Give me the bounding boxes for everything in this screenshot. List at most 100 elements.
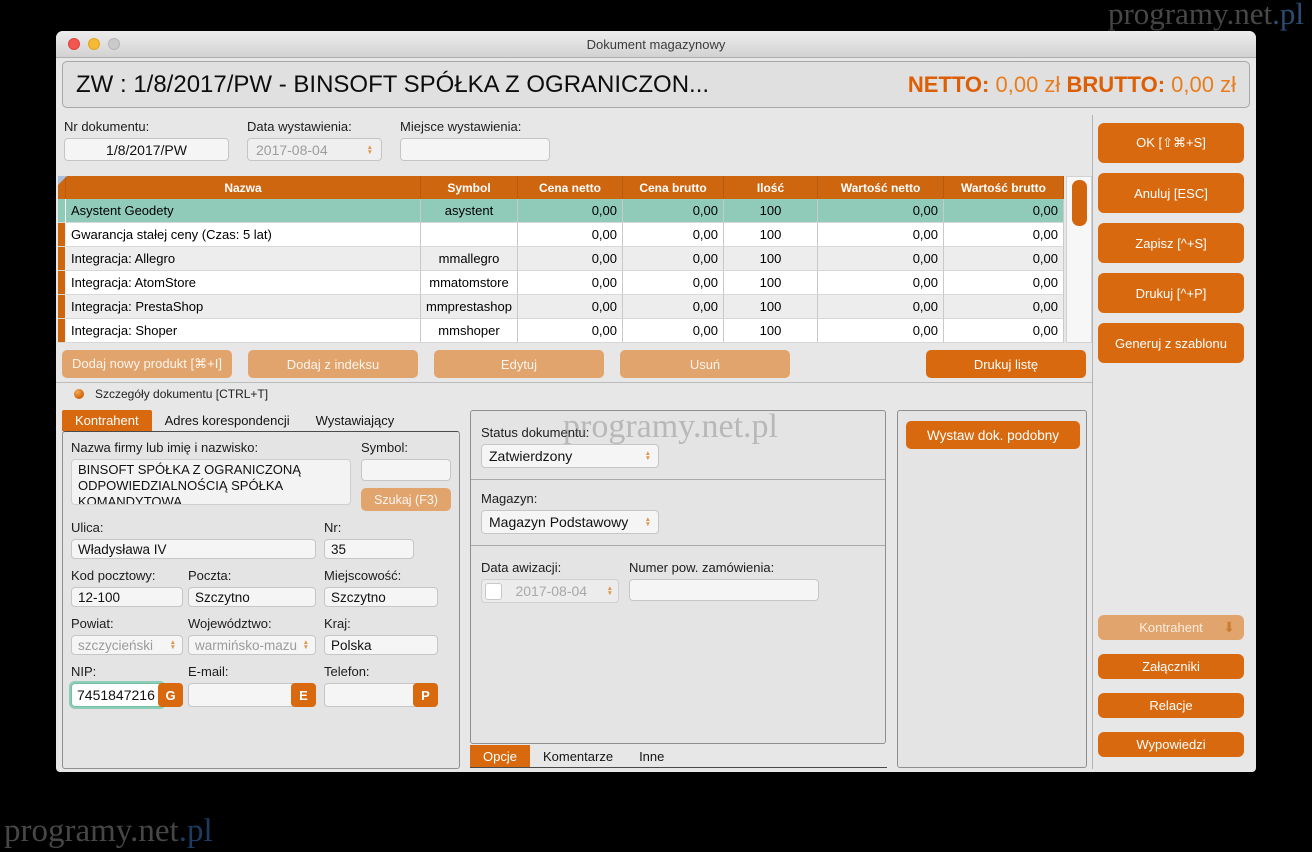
table-cell[interactable]: mmshoper bbox=[421, 319, 518, 343]
table-cell[interactable]: 0,00 bbox=[818, 223, 944, 247]
table-cell[interactable]: 0,00 bbox=[518, 319, 623, 343]
telefon-input[interactable] bbox=[324, 683, 419, 707]
table-cell[interactable]: 0,00 bbox=[623, 247, 724, 271]
column-header[interactable]: Wartość netto bbox=[818, 176, 944, 199]
table-row[interactable]: Gwarancja stałej ceny (Czas: 5 lat) 0,00 0… bbox=[58, 223, 1064, 247]
table-cell[interactable]: Integracja: Shoper bbox=[66, 319, 421, 343]
column-header[interactable]: Ilość bbox=[724, 176, 818, 199]
table-cell[interactable]: 100 bbox=[724, 199, 818, 223]
symbol-input[interactable] bbox=[361, 459, 451, 481]
details-toggle[interactable]: Szczegóły dokumentu [CTRL+T] bbox=[56, 382, 1092, 405]
generate-from-template-button[interactable]: Generuj z szablonu bbox=[1098, 323, 1244, 363]
tab-komentarze[interactable]: Komentarze bbox=[530, 745, 626, 767]
phone-action-button[interactable]: P bbox=[413, 683, 438, 707]
table-cell[interactable]: 0,00 bbox=[944, 319, 1064, 343]
table-cell[interactable]: 0,00 bbox=[623, 271, 724, 295]
awizacja-checkbox[interactable] bbox=[485, 583, 502, 600]
table-cell[interactable]: Integracja: AtomStore bbox=[66, 271, 421, 295]
tab-adres-korespondencji[interactable]: Adres korespondencji bbox=[152, 410, 303, 431]
table-cell[interactable]: 0,00 bbox=[518, 295, 623, 319]
table-cell[interactable]: 0,00 bbox=[818, 199, 944, 223]
scrollbar-thumb[interactable] bbox=[1072, 180, 1087, 226]
table-cell[interactable]: 100 bbox=[724, 319, 818, 343]
sort-indicator-header[interactable] bbox=[58, 176, 66, 199]
table-cell[interactable]: mmprestashop bbox=[421, 295, 518, 319]
ok-button[interactable]: OK [⇧⌘+S] bbox=[1098, 123, 1244, 163]
table-cell[interactable]: 0,00 bbox=[818, 247, 944, 271]
stepper-icon[interactable]: ▲▼ bbox=[601, 586, 613, 596]
column-header[interactable]: Cena brutto bbox=[623, 176, 724, 199]
table-cell[interactable]: mmatomstore bbox=[421, 271, 518, 295]
table-cell[interactable]: 0,00 bbox=[818, 295, 944, 319]
wypowiedzi-button[interactable]: Wypowiedzi bbox=[1098, 732, 1244, 757]
titlebar[interactable]: Dokument magazynowy bbox=[56, 31, 1256, 58]
column-header[interactable]: Cena netto bbox=[518, 176, 623, 199]
table-scrollbar[interactable] bbox=[1066, 176, 1092, 343]
magazyn-select[interactable]: Magazyn Podstawowy ▲▼ bbox=[481, 510, 659, 534]
add-from-index-button[interactable]: Dodaj z indeksu bbox=[248, 350, 418, 378]
kontrahent-button[interactable]: Kontrahent ⬇ bbox=[1098, 615, 1244, 640]
tab-kontrahent[interactable]: Kontrahent bbox=[62, 410, 152, 431]
delete-button[interactable]: Usuń bbox=[620, 350, 790, 378]
miejscowosc-input[interactable]: Szczytno bbox=[324, 587, 438, 607]
table-cell[interactable]: 100 bbox=[724, 271, 818, 295]
stepper-icon[interactable]: ▲▼ bbox=[639, 451, 651, 461]
table-row[interactable]: Integracja: Shopermmshoper0,000,001000,0… bbox=[58, 319, 1064, 343]
table-cell[interactable]: mmallegro bbox=[421, 247, 518, 271]
table-cell[interactable]: 0,00 bbox=[623, 295, 724, 319]
data-wystawienia-stepper[interactable]: 2017-08-04 ▲▼ bbox=[247, 138, 382, 161]
table-cell[interactable]: 0,00 bbox=[944, 295, 1064, 319]
table-cell[interactable]: 0,00 bbox=[818, 319, 944, 343]
table-cell[interactable]: 0,00 bbox=[623, 199, 724, 223]
column-header[interactable]: Symbol bbox=[421, 176, 518, 199]
table-row[interactable]: Asystent Geodetyasystent0,000,001000,000… bbox=[58, 199, 1064, 223]
table-cell[interactable]: 0,00 bbox=[623, 319, 724, 343]
column-header[interactable]: Wartość brutto bbox=[944, 176, 1064, 199]
kod-pocztowy-input[interactable]: 12-100 bbox=[71, 587, 183, 607]
add-new-product-button[interactable]: Dodaj nowy produkt [⌘+I] bbox=[62, 350, 232, 378]
table-cell[interactable]: 0,00 bbox=[818, 271, 944, 295]
table-row[interactable]: Integracja: Allegrommallegro0,000,001000… bbox=[58, 247, 1064, 271]
table-cell[interactable]: Gwarancja stałej ceny (Czas: 5 lat) bbox=[66, 223, 421, 247]
email-action-button[interactable]: E bbox=[291, 683, 316, 707]
table-cell[interactable]: 0,00 bbox=[518, 271, 623, 295]
table-cell[interactable]: 0,00 bbox=[944, 271, 1064, 295]
ulica-input[interactable]: Władysława IV bbox=[71, 539, 316, 559]
print-list-button[interactable]: Drukuj listę bbox=[926, 350, 1086, 378]
stepper-icon[interactable]: ▲▼ bbox=[164, 640, 176, 650]
szukaj-button[interactable]: Szukaj (F3) bbox=[361, 488, 451, 511]
table-cell[interactable]: 0,00 bbox=[518, 247, 623, 271]
poczta-input[interactable]: Szczytno bbox=[188, 587, 316, 607]
table-cell[interactable]: asystent bbox=[421, 199, 518, 223]
stepper-icon[interactable]: ▲▼ bbox=[297, 640, 309, 650]
table-cell[interactable]: Integracja: PrestaShop bbox=[66, 295, 421, 319]
edit-button[interactable]: Edytuj bbox=[434, 350, 604, 378]
minimize-button[interactable] bbox=[88, 38, 100, 50]
table-cell[interactable]: 100 bbox=[724, 247, 818, 271]
column-header[interactable]: Nazwa bbox=[66, 176, 421, 199]
table-row[interactable]: Integracja: PrestaShopmmprestashop0,000,… bbox=[58, 295, 1064, 319]
close-button[interactable] bbox=[68, 38, 80, 50]
stepper-icon[interactable]: ▲▼ bbox=[639, 517, 651, 527]
table-cell[interactable]: Asystent Geodety bbox=[66, 199, 421, 223]
tab-inne[interactable]: Inne bbox=[626, 745, 677, 767]
wojewodztwo-select[interactable]: warmińsko-mazu ▲▼ bbox=[188, 635, 316, 655]
table-cell[interactable]: 0,00 bbox=[518, 223, 623, 247]
miejsce-wystawienia-input[interactable] bbox=[400, 138, 550, 161]
print-button[interactable]: Drukuj [^+P] bbox=[1098, 273, 1244, 313]
tab-opcje[interactable]: Opcje bbox=[470, 745, 530, 767]
kraj-input[interactable]: Polska bbox=[324, 635, 438, 655]
stepper-icon[interactable]: ▲▼ bbox=[361, 145, 373, 155]
cancel-button[interactable]: Anuluj [ESC] bbox=[1098, 173, 1244, 213]
relacje-button[interactable]: Relacje bbox=[1098, 693, 1244, 718]
table-cell[interactable]: 0,00 bbox=[944, 199, 1064, 223]
gus-lookup-button[interactable]: G bbox=[158, 683, 183, 707]
zalaczniki-button[interactable]: Załączniki bbox=[1098, 654, 1244, 679]
nr-input[interactable]: 35 bbox=[324, 539, 414, 559]
wystaw-podobny-button[interactable]: Wystaw dok. podobny bbox=[906, 421, 1080, 449]
table-cell[interactable]: 0,00 bbox=[944, 247, 1064, 271]
powiat-select[interactable]: szczycieński ▲▼ bbox=[71, 635, 183, 655]
save-button[interactable]: Zapisz [^+S] bbox=[1098, 223, 1244, 263]
table-cell[interactable]: Integracja: Allegro bbox=[66, 247, 421, 271]
disclosure-icon[interactable] bbox=[74, 389, 84, 399]
